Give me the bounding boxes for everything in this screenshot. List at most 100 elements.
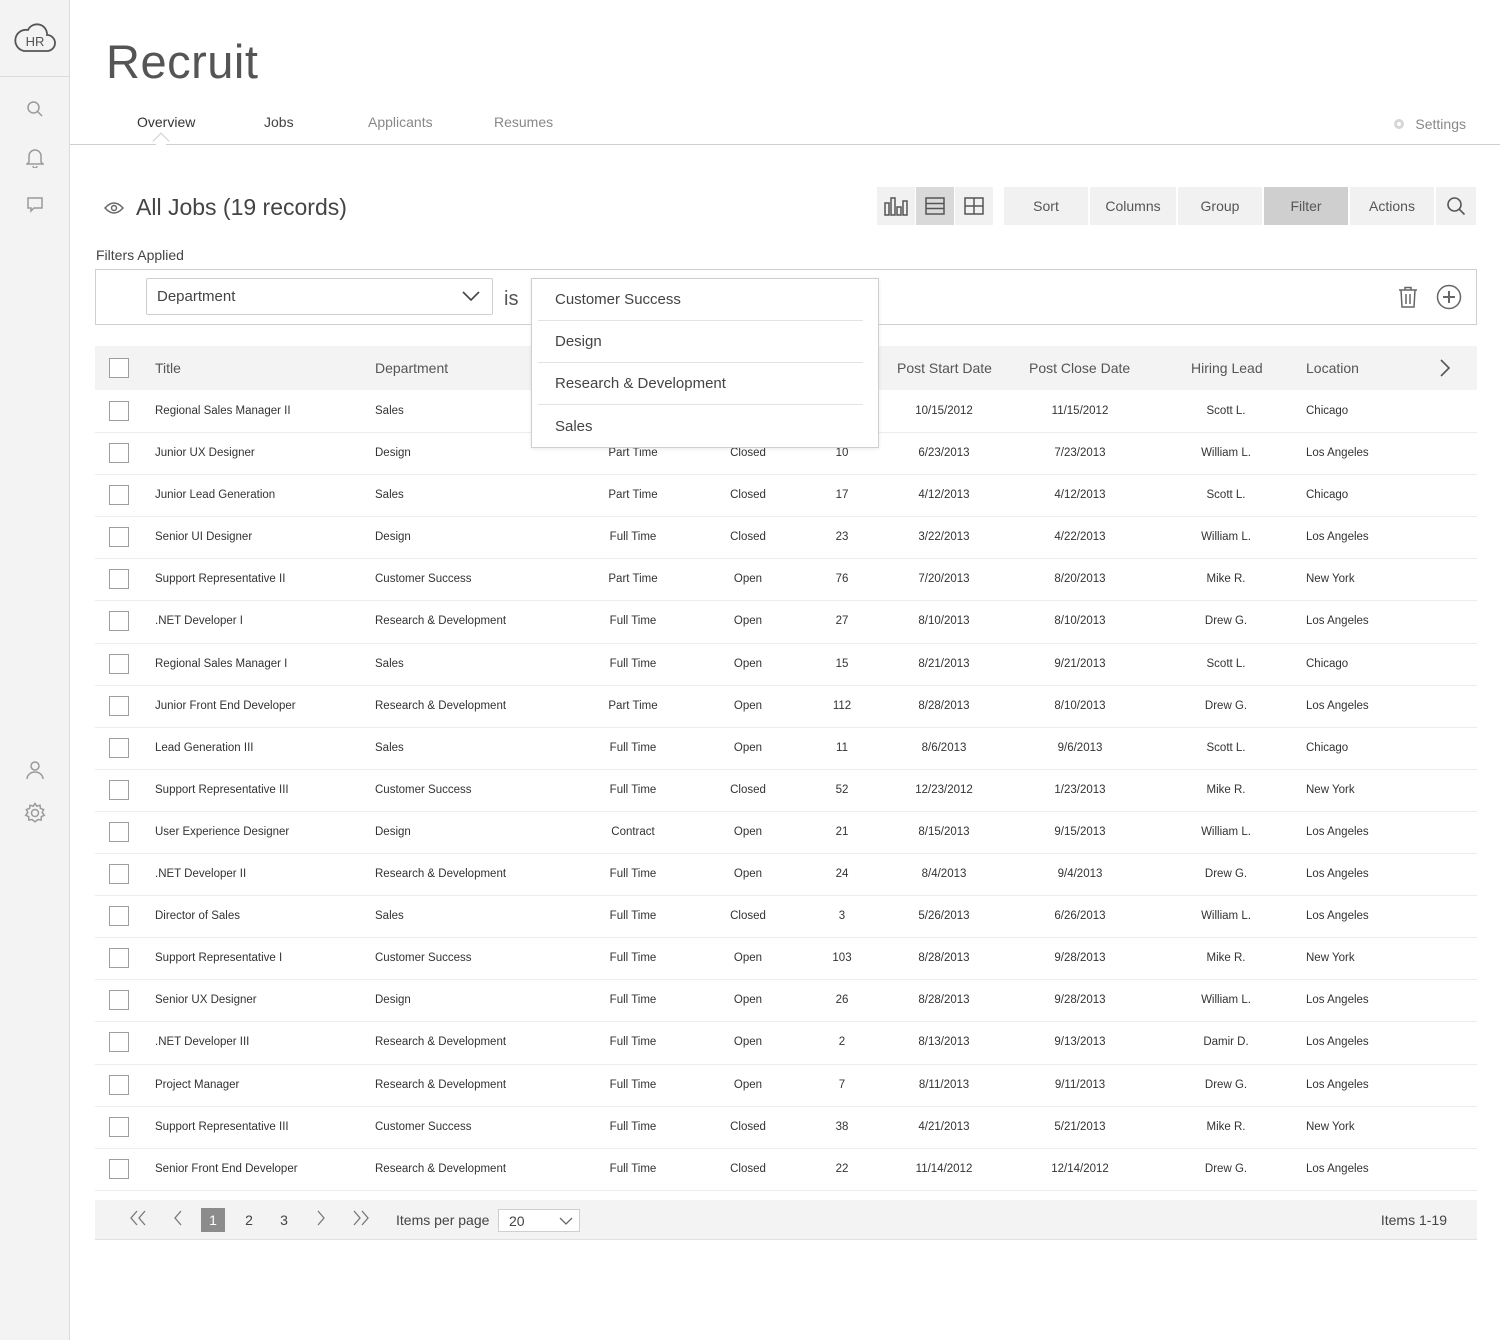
table-row[interactable]: Lead Generation III Sales Full Time Open 11 8… [95,728,1477,770]
table-row[interactable]: Director of Sales Sales Full Time Closed 3 5/… [95,896,1477,939]
row-checkbox[interactable] [109,653,129,674]
cell-employment-type: Full Time [609,994,657,1007]
table-row[interactable]: Senior UI Designer Design Full Time Closed 2… [95,517,1477,560]
items-per-page-label: Items per page [396,1212,490,1228]
table-row[interactable]: Senior UX Designer Design Full Time Open 26 8… [95,980,1477,1023]
column-header-post-close-date[interactable]: Post Close Date [1029,360,1130,376]
next-page-button[interactable] [316,1210,326,1229]
group-button[interactable]: Group [1178,187,1262,225]
table-row[interactable]: User Experience Designer Design Contract Op… [95,812,1477,855]
cell-employment-type: Full Time [609,952,657,965]
search-icon[interactable] [22,96,48,122]
cell-employment-type: Full Time [609,741,657,754]
cell-status: Open [733,741,763,754]
dropdown-option-sales[interactable]: Sales [538,405,863,447]
grid-view-button[interactable] [955,187,993,225]
filter-button[interactable]: Filter [1264,187,1348,225]
row-checkbox[interactable] [109,527,129,548]
tab-applicants[interactable]: Applicants [368,114,433,130]
row-checkbox[interactable] [109,1074,129,1095]
table-row[interactable]: Support Representative I Customer Success… [95,938,1477,981]
columns-button[interactable]: Columns [1090,187,1176,225]
table-row[interactable]: .NET Developer III Research & Development… [95,1022,1477,1065]
row-checkbox[interactable] [109,611,129,632]
table-row[interactable]: Support Representative III Customer Succe… [95,1107,1477,1149]
items-per-page-select[interactable]: 20 [498,1209,580,1232]
table-row[interactable]: Senior Front End Developer Research & Dev… [95,1149,1477,1191]
row-checkbox[interactable] [109,485,129,506]
cell-hiring-lead: William L. [1201,531,1251,544]
logo[interactable]: HR [0,0,69,77]
cell-post-close-date: 7/23/2013 [1054,447,1106,460]
chat-icon[interactable] [22,192,48,218]
column-header-post-start-date[interactable]: Post Start Date [897,360,992,376]
row-checkbox[interactable] [109,1032,129,1053]
cell-title: Support Representative III [155,1120,289,1133]
row-checkbox[interactable] [109,779,129,800]
row-checkbox[interactable] [109,737,129,758]
toolbar: Sort Columns Group Filter Actions [1004,187,1478,225]
row-checkbox[interactable] [109,1158,129,1179]
row-checkbox[interactable] [109,864,129,885]
bell-icon[interactable] [22,145,48,171]
cell-post-start-date: 12/23/2012 [915,783,973,796]
row-checkbox[interactable] [109,821,129,842]
column-header-hiring-lead[interactable]: Hiring Lead [1191,360,1263,376]
chevron-down-small-icon [559,1217,573,1225]
row-checkbox[interactable] [109,906,129,927]
tab-jobs[interactable]: Jobs [264,114,294,130]
table-row[interactable]: Support Representative III Customer Succe… [95,770,1477,812]
settings-link[interactable]: Settings [1391,116,1466,132]
chevron-right-icon[interactable] [1439,359,1451,377]
cell-post-start-date: 8/15/2013 [918,825,970,838]
chart-view-button[interactable] [877,187,915,225]
first-page-button[interactable] [129,1210,147,1229]
gear-icon[interactable] [22,800,48,826]
row-checkbox[interactable] [109,443,129,464]
actions-button[interactable]: Actions [1350,187,1434,225]
table-row[interactable]: Support Representative II Customer Succes… [95,559,1477,602]
column-header-location[interactable]: Location [1306,360,1359,376]
tab-overview[interactable]: Overview [137,114,195,130]
add-filter-icon[interactable] [1436,284,1462,310]
row-checkbox[interactable] [109,569,129,590]
table-row[interactable]: Junior Front End Developer Research & Dev… [95,686,1477,728]
pagination-bar: 1 2 3 Items per page 20 Items 1-19 [95,1200,1477,1240]
column-header-department[interactable]: Department [375,360,448,376]
dropdown-option-research-development[interactable]: Research & Development [538,363,863,405]
table-row[interactable]: .NET Developer I Research & Development Fu… [95,601,1477,644]
column-header-title[interactable]: Title [155,360,181,376]
filter-field-select[interactable]: Department [146,278,493,315]
select-all-checkbox[interactable] [109,358,129,378]
sort-button[interactable]: Sort [1004,187,1088,225]
table-row[interactable]: Regional Sales Manager I Sales Full Time Op… [95,644,1477,686]
trash-icon[interactable] [1398,286,1418,308]
prev-page-button[interactable] [173,1210,183,1229]
page-3-button[interactable]: 3 [272,1208,296,1232]
table-search-button[interactable] [1436,187,1476,225]
table-row[interactable]: .NET Developer II Research & Development F… [95,854,1477,897]
cell-status: Closed [730,910,766,923]
tab-resumes[interactable]: Resumes [494,114,553,130]
cell-employment-type: Full Time [609,1162,657,1175]
cell-applicants: 26 [835,994,849,1007]
list-view-button[interactable] [916,187,954,225]
page-2-button[interactable]: 2 [237,1208,261,1232]
cell-location: Los Angeles [1306,1036,1369,1049]
table-row[interactable]: Junior Lead Generation Sales Part Time Clos… [95,475,1477,518]
row-checkbox[interactable] [109,401,129,421]
user-icon[interactable] [22,757,48,783]
cell-hiring-lead: Scott L. [1206,489,1246,502]
dropdown-option-design[interactable]: Design [538,321,863,363]
row-checkbox[interactable] [109,1116,129,1137]
last-page-button[interactable] [352,1210,370,1229]
table-row[interactable]: Project Manager Research & Development Ful… [95,1065,1477,1107]
eye-icon[interactable] [104,201,124,215]
cell-applicants: 11 [836,741,848,754]
row-checkbox[interactable] [109,948,129,969]
dropdown-option-customer-success[interactable]: Customer Success [538,279,863,321]
row-checkbox[interactable] [109,990,129,1011]
page-1-button[interactable]: 1 [201,1208,225,1232]
cell-post-start-date: 7/20/2013 [918,573,970,586]
row-checkbox[interactable] [109,695,129,716]
